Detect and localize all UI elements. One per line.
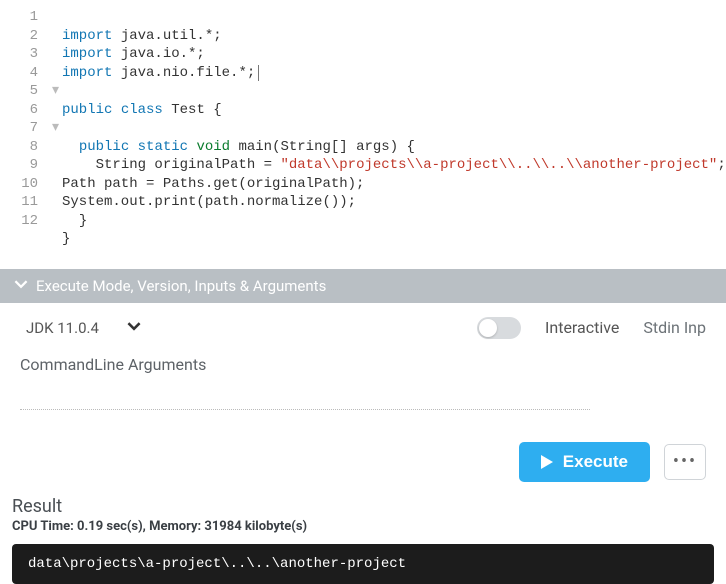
line-number: 11 [0,193,38,212]
kw-import: import [62,28,112,44]
execute-panel-body: JDK 11.0.4 Interactive Stdin Inp Command… [0,303,726,434]
execute-button[interactable]: Execute [519,442,650,482]
code-text: ; [717,157,725,173]
code-editor[interactable]: 1 2 3 4 ▾5 6 ▾7 8 9 10 11 12 import java… [0,0,726,269]
line-number: ▾5 [0,82,38,101]
jdk-select-label: JDK 11.0.4 [26,319,99,337]
kw-import: import [62,65,112,81]
chevron-down-icon [127,319,141,337]
code-text: Path path = Paths.get(originalPath); [62,176,364,192]
chevron-down-icon [14,277,28,295]
code-text: System.out.print(path.normalize()); [62,194,356,210]
console-output: data\projects\a-project\..\..\another-pr… [12,544,714,584]
gutter: 1 2 3 4 ▾5 6 ▾7 8 9 10 11 12 [0,8,50,230]
interactive-toggle[interactable] [477,317,521,339]
cursor-icon [258,65,259,81]
kw-class: class [112,102,162,118]
result-heading: Result [0,496,726,519]
kw-void: void [188,139,230,155]
line-number: 6 [0,101,38,120]
code-text: java.util.*; [112,28,221,44]
panel-title: Execute Mode, Version, Inputs & Argument… [36,277,326,295]
result-meta: CPU Time: 0.19 sec(s), Memory: 31984 kil… [0,519,726,544]
commandline-args-label: CommandLine Arguments [20,355,706,374]
line-number: 3 [0,45,38,64]
string-literal: "data\\projects\\a-project\\..\\..\\anot… [280,157,717,173]
play-icon [541,455,553,469]
kw-import: import [62,46,112,62]
ellipsis-icon: ••• [673,451,697,472]
jdk-select[interactable]: JDK 11.0.4 [20,315,147,341]
line-number: 10 [0,175,38,194]
more-button[interactable]: ••• [664,444,706,480]
code-text: String originalPath = [96,157,281,173]
stdin-inputs-label: Stdin Inp [643,318,706,337]
execute-button-label: Execute [563,452,628,472]
execute-panel-header[interactable]: Execute Mode, Version, Inputs & Argument… [0,269,726,303]
code-text: Test { [163,102,222,118]
commandline-args-input[interactable] [20,382,590,410]
kw-public: public [79,139,129,155]
code-text: } [62,231,70,247]
code-text: java.nio.file.*; [112,65,255,81]
line-number: 12 [0,212,38,231]
code-text: main(String[] args) { [230,139,415,155]
code-text: } [79,213,87,229]
line-number: 2 [0,27,38,46]
line-number: 9 [0,156,38,175]
line-number: ▾7 [0,119,38,138]
kw-public: public [62,102,112,118]
interactive-label: Interactive [545,318,619,337]
actions-row: Execute ••• [0,434,726,496]
toggle-knob [479,319,497,337]
line-number: 8 [0,138,38,157]
code-area[interactable]: import java.util.*; import java.io.*; im… [62,8,726,249]
kw-static: static [129,139,188,155]
code-text: java.io.*; [112,46,204,62]
line-number: 4 [0,64,38,83]
line-number: 1 [0,8,38,27]
